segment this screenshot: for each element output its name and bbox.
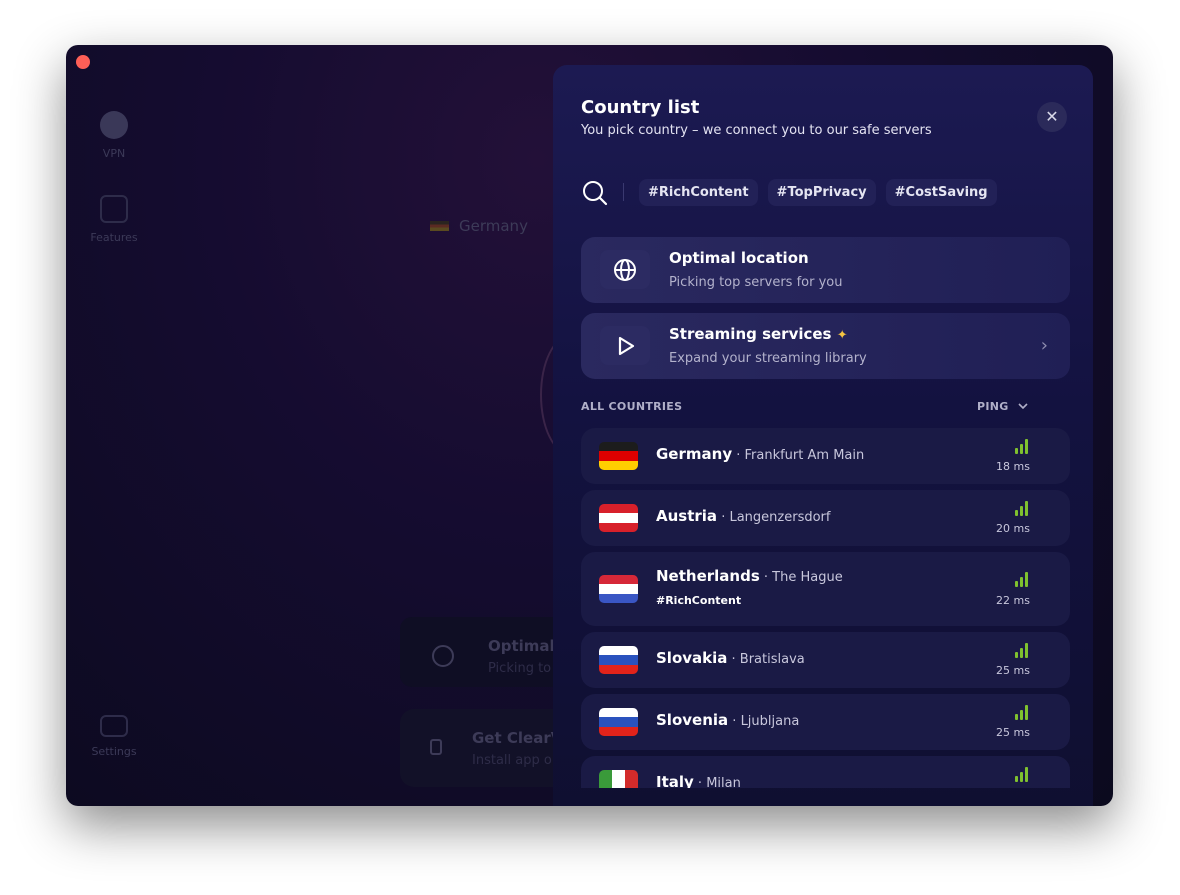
- country-row-italy[interactable]: Italy · Milan: [581, 756, 1070, 788]
- sparkle-icon: ✦: [836, 328, 848, 343]
- sidebar-label: Settings: [91, 745, 137, 758]
- flag-icon: [599, 770, 638, 788]
- city-name: Frankfurt Am Main: [744, 448, 865, 463]
- puzzle-icon: [100, 195, 128, 223]
- country-list-panel: Country list You pick country – we conne…: [553, 65, 1093, 806]
- window-close-button[interactable]: [76, 55, 90, 69]
- streaming-services-button[interactable]: Streaming services ✦ Expand your streami…: [581, 313, 1070, 379]
- sidebar-label: VPN: [102, 147, 126, 160]
- city-name: Bratislava: [739, 652, 805, 667]
- ping-value: 20 ms: [996, 522, 1030, 535]
- country-tag: #RichContent: [656, 594, 742, 607]
- globe-icon: [100, 111, 128, 139]
- optimal-title: Optimal: [488, 637, 555, 655]
- flag-icon: [599, 504, 638, 532]
- device-icon: [430, 739, 442, 755]
- signal-icon: [1015, 705, 1028, 720]
- tag-cost-saving[interactable]: #CostSaving: [885, 179, 997, 206]
- optimal-sub: Picking to: [488, 661, 552, 676]
- panel-subtitle: You pick country – we connect you to our…: [581, 123, 932, 138]
- chevron-down-icon: [1018, 403, 1028, 410]
- ping-value: 25 ms: [996, 664, 1030, 677]
- city-name: Milan: [706, 776, 741, 788]
- divider: [623, 183, 624, 201]
- sort-label: PING: [977, 400, 1009, 413]
- ping-value: 18 ms: [996, 460, 1030, 473]
- globe-icon: [432, 645, 454, 667]
- optimal-location-button[interactable]: Optimal location Picking top servers for…: [581, 237, 1070, 303]
- chevron-right-icon: ›: [1040, 335, 1048, 356]
- sort-by-ping[interactable]: PING: [977, 400, 1029, 413]
- country-name: Germany: [656, 445, 733, 463]
- flag-icon: [599, 442, 638, 470]
- sidebar-item-settings[interactable]: Settings: [66, 715, 162, 758]
- optimal-title: Optimal location: [669, 249, 809, 267]
- ping-value: 22 ms: [996, 594, 1030, 607]
- germany-flag-icon: [430, 221, 449, 231]
- signal-icon: [1015, 572, 1028, 587]
- city-name: Langenzersdorf: [729, 510, 831, 525]
- app-window: VPN Features Settings Germany Optimal Pi…: [66, 45, 1113, 806]
- play-icon: [618, 336, 635, 355]
- country-row-netherlands[interactable]: Netherlands · The Hague #RichContent 22 …: [581, 552, 1070, 626]
- location-label: Germany: [459, 217, 528, 235]
- sidebar-item-vpn[interactable]: VPN: [66, 111, 162, 160]
- country-row-germany[interactable]: Germany · Frankfurt Am Main 18 ms: [581, 428, 1070, 484]
- city-name: The Hague: [772, 570, 843, 585]
- signal-icon: [1015, 439, 1028, 454]
- country-row-austria[interactable]: Austria · Langenzersdorf 20 ms: [581, 490, 1070, 546]
- city-name: Ljubljana: [740, 714, 800, 729]
- country-row-slovenia[interactable]: Slovenia · Ljubljana 25 ms: [581, 694, 1070, 750]
- sidebar-label: Features: [90, 231, 138, 244]
- settings-icon: [100, 715, 128, 737]
- country-name: Slovakia: [656, 649, 728, 667]
- streaming-subtitle: Expand your streaming library: [669, 351, 867, 366]
- flag-icon: [599, 646, 638, 674]
- country-name: Austria: [656, 507, 718, 525]
- panel-title: Country list: [581, 97, 700, 118]
- tag-rich-content[interactable]: #RichContent: [639, 179, 758, 206]
- country-name: Slovenia: [656, 711, 729, 729]
- flag-icon: [599, 575, 638, 603]
- ping-value: 25 ms: [996, 726, 1030, 739]
- globe-icon: [614, 258, 636, 281]
- flag-icon: [599, 708, 638, 736]
- close-button[interactable]: ✕: [1037, 102, 1067, 132]
- optimal-subtitle: Picking top servers for you: [669, 275, 843, 290]
- country-name: Netherlands: [656, 567, 760, 585]
- country-name: Italy: [656, 773, 694, 788]
- all-countries-header: ALL COUNTRIES: [581, 400, 683, 413]
- signal-icon: [1015, 501, 1028, 516]
- country-list[interactable]: Germany · Frankfurt Am Main 18 ms Austri…: [581, 428, 1070, 788]
- get-sub: Install app o: [472, 753, 552, 768]
- signal-icon: [1015, 643, 1028, 658]
- location-selector[interactable]: Germany: [430, 217, 528, 235]
- close-icon: ✕: [1045, 107, 1059, 126]
- signal-icon: [1015, 767, 1028, 782]
- tag-top-privacy[interactable]: #TopPrivacy: [767, 179, 876, 206]
- sidebar-item-features[interactable]: Features: [66, 195, 162, 244]
- streaming-title: Streaming services: [669, 325, 832, 343]
- country-row-slovakia[interactable]: Slovakia · Bratislava 25 ms: [581, 632, 1070, 688]
- search-icon[interactable]: [581, 179, 609, 207]
- get-title: Get ClearV: [472, 729, 563, 747]
